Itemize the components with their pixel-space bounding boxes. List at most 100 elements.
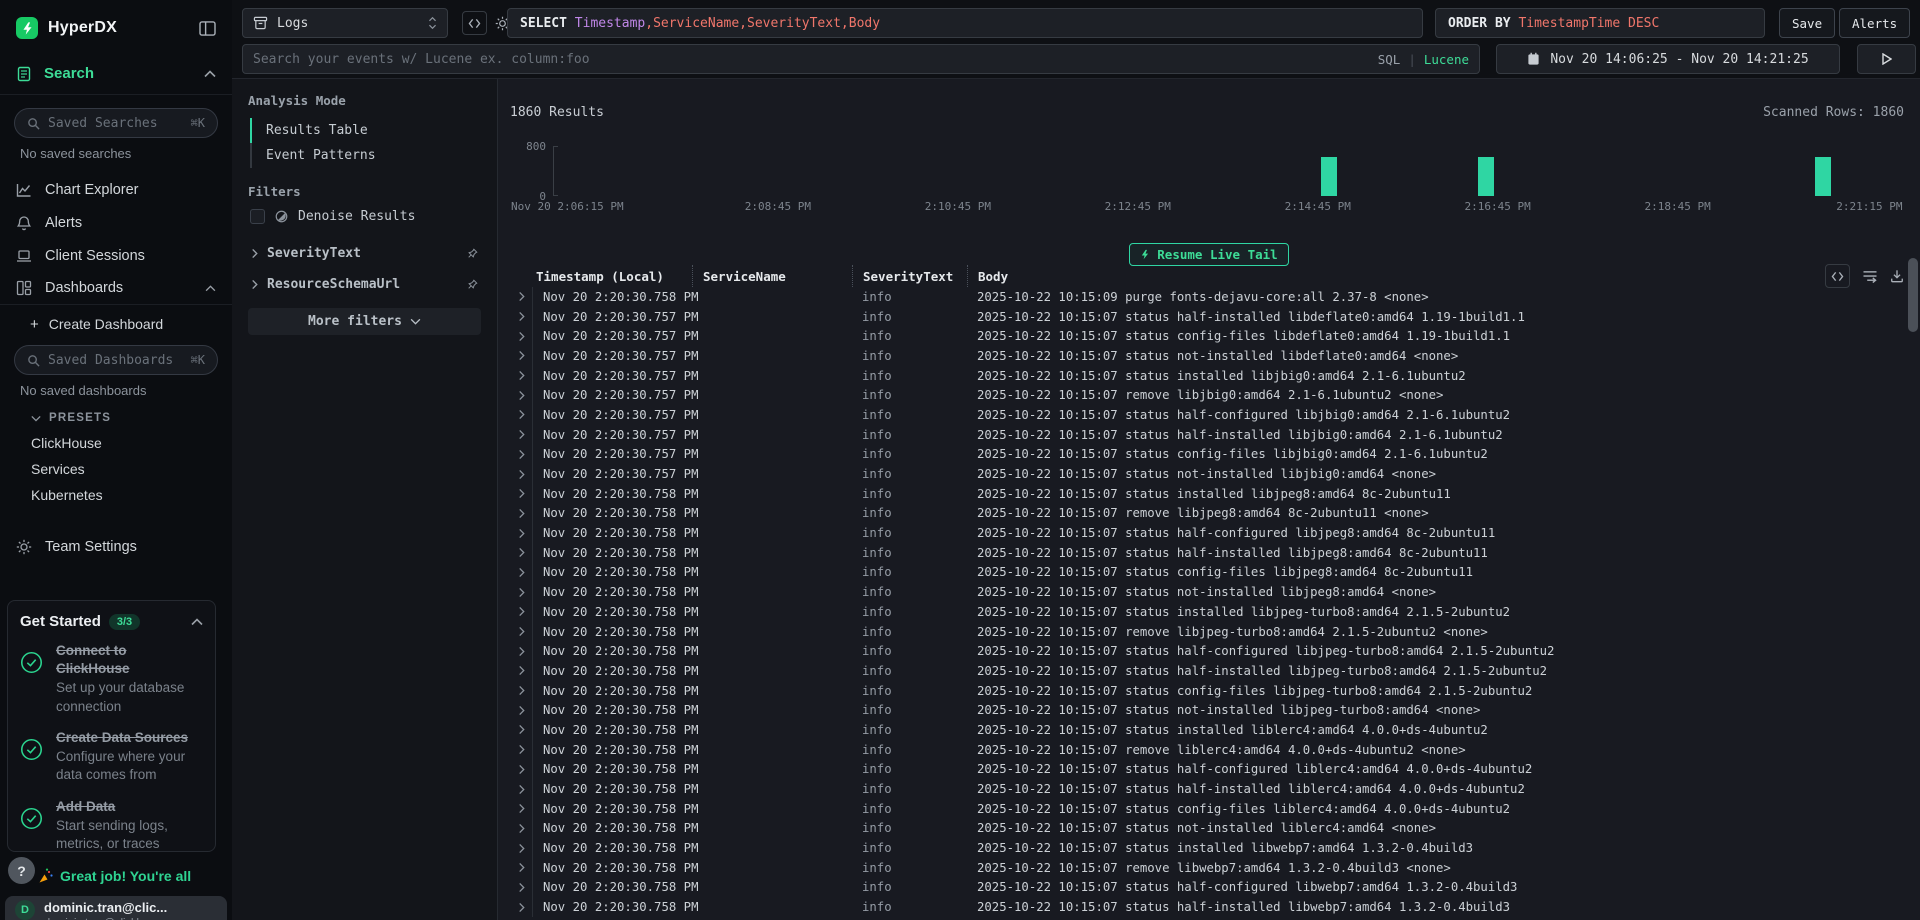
table-row[interactable]: Nov 20 2:20:30.758 PM info 2025-10-22 10… xyxy=(510,484,1906,504)
table-row[interactable]: Nov 20 2:20:30.758 PM info 2025-10-22 10… xyxy=(510,287,1906,307)
table-row[interactable]: Nov 20 2:20:30.758 PM info 2025-10-22 10… xyxy=(510,523,1906,543)
sidebar-item-alerts[interactable]: Alerts xyxy=(0,206,232,239)
mode-results-table[interactable]: Results Table xyxy=(250,118,481,143)
table-scrollbar-thumb[interactable] xyxy=(1908,258,1918,332)
table-row[interactable]: Nov 20 2:20:30.757 PM info 2025-10-22 10… xyxy=(510,346,1906,366)
row-expand-chevron[interactable] xyxy=(510,862,532,873)
row-expand-chevron[interactable] xyxy=(510,803,532,814)
saved-searches-input[interactable]: ⌘K xyxy=(14,108,218,138)
download-icon[interactable] xyxy=(1890,269,1904,283)
table-row[interactable]: Nov 20 2:20:30.757 PM info 2025-10-22 10… xyxy=(510,385,1906,405)
filter-group[interactable]: ResourceSchemaUrl xyxy=(248,269,481,300)
table-row[interactable]: Nov 20 2:20:30.758 PM info 2025-10-22 10… xyxy=(510,681,1906,701)
row-expand-chevron[interactable] xyxy=(510,685,532,696)
saved-dashboards-input[interactable]: ⌘K xyxy=(14,345,218,375)
row-expand-chevron[interactable] xyxy=(510,370,532,381)
get-started-step[interactable]: Add Data Start sending logs, metrics, or… xyxy=(20,798,203,852)
row-expand-chevron[interactable] xyxy=(510,311,532,322)
row-expand-chevron[interactable] xyxy=(510,724,532,735)
order-by-input[interactable]: ORDER BY TimestampTime DESC xyxy=(1435,8,1765,38)
chevron-up-icon[interactable] xyxy=(205,285,216,292)
row-expand-chevron[interactable] xyxy=(510,784,532,795)
chevron-up-icon[interactable] xyxy=(204,70,216,78)
pin-icon[interactable] xyxy=(465,247,479,261)
table-row[interactable]: Nov 20 2:20:30.758 PM info 2025-10-22 10… xyxy=(510,760,1906,780)
row-expand-chevron[interactable] xyxy=(510,449,532,460)
table-row[interactable]: Nov 20 2:20:30.758 PM info 2025-10-22 10… xyxy=(510,602,1906,622)
row-expand-chevron[interactable] xyxy=(510,488,532,499)
row-expand-chevron[interactable] xyxy=(510,902,532,913)
row-expand-chevron[interactable] xyxy=(510,409,532,420)
row-expand-chevron[interactable] xyxy=(510,744,532,755)
table-row[interactable]: Nov 20 2:20:30.758 PM info 2025-10-22 10… xyxy=(510,700,1906,720)
source-select[interactable]: Logs xyxy=(242,8,448,38)
table-row[interactable]: Nov 20 2:20:30.758 PM info 2025-10-22 10… xyxy=(510,838,1906,858)
denoise-results-toggle[interactable]: Denoise Results xyxy=(250,209,481,224)
saved-dashboards-field[interactable] xyxy=(48,353,183,368)
row-side-panel-button[interactable] xyxy=(1862,270,1878,283)
row-expand-chevron[interactable] xyxy=(510,350,532,361)
column-config-button[interactable] xyxy=(1825,264,1850,288)
sidebar-item-client-sessions[interactable]: Client Sessions xyxy=(0,239,232,272)
row-expand-chevron[interactable] xyxy=(510,469,532,480)
row-expand-chevron[interactable] xyxy=(510,508,532,519)
get-started-step[interactable]: Connect to ClickHouse Set up your databa… xyxy=(20,642,203,716)
table-row[interactable]: Nov 20 2:20:30.758 PM info 2025-10-22 10… xyxy=(510,720,1906,740)
date-range-picker[interactable]: Nov 20 14:06:25 - Nov 20 14:21:25 xyxy=(1496,44,1840,74)
row-expand-chevron[interactable] xyxy=(510,705,532,716)
column-header-severitytext[interactable]: SeverityText xyxy=(852,265,967,287)
lucene-toggle[interactable]: Lucene xyxy=(1424,52,1469,67)
user-menu[interactable]: D dominic.tran@clic... dominic.tran@clic… xyxy=(5,896,227,920)
chevron-up-icon[interactable] xyxy=(191,618,203,626)
table-row[interactable]: Nov 20 2:20:30.758 PM info 2025-10-22 10… xyxy=(510,878,1906,898)
help-button[interactable]: ? xyxy=(8,857,35,884)
histogram-bar[interactable] xyxy=(1321,157,1337,196)
table-row[interactable]: Nov 20 2:20:30.758 PM info 2025-10-22 10… xyxy=(510,858,1906,878)
preset-dashboard-link[interactable]: ClickHouse xyxy=(0,430,232,456)
event-search-input[interactable] xyxy=(253,52,1378,67)
row-expand-chevron[interactable] xyxy=(510,547,532,558)
select-columns-input[interactable]: SELECT Timestamp ,ServiceName,SeverityTe… xyxy=(507,8,1423,38)
sidebar-item-dashboards[interactable]: Dashboards xyxy=(0,272,232,305)
table-row[interactable]: Nov 20 2:20:30.757 PM info 2025-10-22 10… xyxy=(510,326,1906,346)
table-row[interactable]: Nov 20 2:20:30.758 PM info 2025-10-22 10… xyxy=(510,779,1906,799)
table-row[interactable]: Nov 20 2:20:30.757 PM info 2025-10-22 10… xyxy=(510,366,1906,386)
row-expand-chevron[interactable] xyxy=(510,390,532,401)
denoise-checkbox[interactable] xyxy=(250,209,265,224)
table-row[interactable]: Nov 20 2:20:30.758 PM info 2025-10-22 10… xyxy=(510,622,1906,642)
row-expand-chevron[interactable] xyxy=(510,606,532,617)
row-expand-chevron[interactable] xyxy=(510,291,532,302)
column-header-timestamp[interactable]: Timestamp (Local) xyxy=(532,265,692,287)
table-row[interactable]: Nov 20 2:20:30.757 PM info 2025-10-22 10… xyxy=(510,464,1906,484)
row-expand-chevron[interactable] xyxy=(510,882,532,893)
row-expand-chevron[interactable] xyxy=(510,626,532,637)
row-expand-chevron[interactable] xyxy=(510,843,532,854)
table-row[interactable]: Nov 20 2:20:30.758 PM info 2025-10-22 10… xyxy=(510,799,1906,819)
row-expand-chevron[interactable] xyxy=(510,567,532,578)
alerts-button[interactable]: Alerts xyxy=(1839,8,1910,38)
saved-searches-field[interactable] xyxy=(48,116,183,131)
table-row[interactable]: Nov 20 2:20:30.758 PM info 2025-10-22 10… xyxy=(510,582,1906,602)
presets-toggle[interactable]: PRESETS xyxy=(0,402,232,430)
table-row[interactable]: Nov 20 2:20:30.758 PM info 2025-10-22 10… xyxy=(510,504,1906,524)
row-expand-chevron[interactable] xyxy=(510,646,532,657)
sidebar-item-team-settings[interactable]: Team Settings xyxy=(0,530,232,563)
code-editor-button[interactable] xyxy=(462,11,487,35)
row-expand-chevron[interactable] xyxy=(510,764,532,775)
table-row[interactable]: Nov 20 2:20:30.757 PM info 2025-10-22 10… xyxy=(510,405,1906,425)
table-row[interactable]: Nov 20 2:20:30.758 PM info 2025-10-22 10… xyxy=(510,563,1906,583)
table-row[interactable]: Nov 20 2:20:30.757 PM info 2025-10-22 10… xyxy=(510,445,1906,465)
create-dashboard-button[interactable]: + Create Dashboard xyxy=(0,305,232,343)
preset-dashboard-link[interactable]: Kubernetes xyxy=(0,482,232,508)
save-button[interactable]: Save xyxy=(1779,8,1835,38)
sidebar-item-search[interactable]: Search xyxy=(0,53,232,95)
pin-icon[interactable] xyxy=(465,278,479,292)
filter-group[interactable]: SeverityText xyxy=(248,238,481,269)
row-expand-chevron[interactable] xyxy=(510,429,532,440)
table-row[interactable]: Nov 20 2:20:30.758 PM info 2025-10-22 10… xyxy=(510,740,1906,760)
row-expand-chevron[interactable] xyxy=(510,587,532,598)
sidebar-item-chart-explorer[interactable]: Chart Explorer xyxy=(0,173,232,206)
resume-live-tail-button[interactable]: Resume Live Tail xyxy=(1129,243,1288,266)
column-header-body[interactable]: Body xyxy=(967,265,1906,287)
row-expand-chevron[interactable] xyxy=(510,528,532,539)
